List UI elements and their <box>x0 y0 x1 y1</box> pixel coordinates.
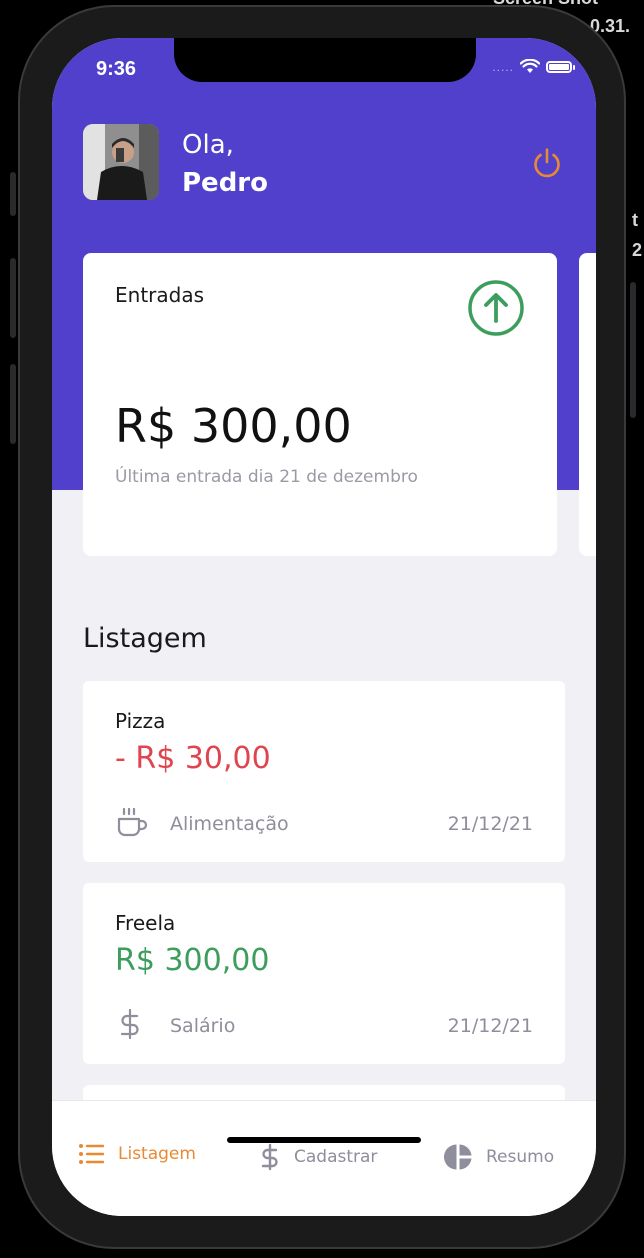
tab-label: Resumo <box>486 1147 555 1167</box>
greeting-text: Ola, <box>182 130 234 160</box>
avatar[interactable] <box>83 124 159 200</box>
tab-label: Cadastrar <box>294 1147 378 1167</box>
wifi-icon <box>520 59 540 73</box>
app-screen: 9:36 ..... Ola, Pedro Entradas R$ 300,00… <box>52 38 596 1216</box>
transaction-item[interactable]: Freela R$ 300,00 Salário 21/12/21 <box>83 883 565 1064</box>
volume-up-button <box>10 258 16 338</box>
transaction-item[interactable]: Pizza - R$ 30,00 Alimentação 21/12/21 <box>83 681 565 862</box>
transaction-amount: - R$ 30,00 <box>115 741 271 776</box>
signal-icon: ..... <box>492 59 514 74</box>
power-icon <box>534 148 560 178</box>
transaction-amount: R$ 300,00 <box>115 943 270 978</box>
status-time: 9:36 <box>96 58 137 80</box>
desktop-label-right-2: t <box>632 210 638 230</box>
avatar-photo <box>83 124 159 200</box>
tab-bar: Listagem Cadastrar Resumo <box>52 1100 596 1216</box>
side-button <box>630 282 636 418</box>
transaction-title: Freela <box>115 911 176 935</box>
dollar-icon <box>115 1007 149 1045</box>
home-indicator <box>227 1137 421 1143</box>
transaction-date: 21/12/21 <box>447 1015 533 1037</box>
list-title: Listagem <box>83 623 207 654</box>
card-subtitle: Última entrada dia 21 de dezembro <box>115 467 418 487</box>
logout-button[interactable] <box>530 146 564 184</box>
income-indicator <box>467 279 525 341</box>
volume-down-button <box>10 364 16 444</box>
summary-card-income[interactable]: Entradas R$ 300,00 Última entrada dia 21… <box>83 253 557 556</box>
tab-resumo[interactable]: Resumo <box>444 1143 554 1171</box>
transaction-title: Pizza <box>115 709 166 733</box>
transaction-date: 21/12/21 <box>447 813 533 835</box>
dollar-icon <box>261 1143 278 1171</box>
list-icon <box>79 1144 104 1164</box>
tab-label: Listagem <box>118 1144 196 1164</box>
status-icons: ..... <box>492 59 575 74</box>
card-value: R$ 300,00 <box>115 399 352 453</box>
coffee-icon <box>115 805 149 843</box>
tab-listagem[interactable]: Listagem <box>78 1143 196 1165</box>
card-title: Entradas <box>115 283 205 307</box>
summary-card-next[interactable] <box>579 253 596 556</box>
pie-chart-icon <box>444 1144 472 1170</box>
battery-icon <box>546 60 575 73</box>
notch <box>174 38 476 82</box>
desktop-label-right-3: 2 <box>632 240 643 260</box>
mute-switch <box>10 172 16 216</box>
tab-cadastrar[interactable]: Cadastrar <box>260 1143 377 1171</box>
transaction-category: Salário <box>170 1015 236 1037</box>
user-name: Pedro <box>182 168 268 198</box>
arrow-circle-up-icon <box>468 280 524 336</box>
transaction-category: Alimentação <box>170 813 289 835</box>
